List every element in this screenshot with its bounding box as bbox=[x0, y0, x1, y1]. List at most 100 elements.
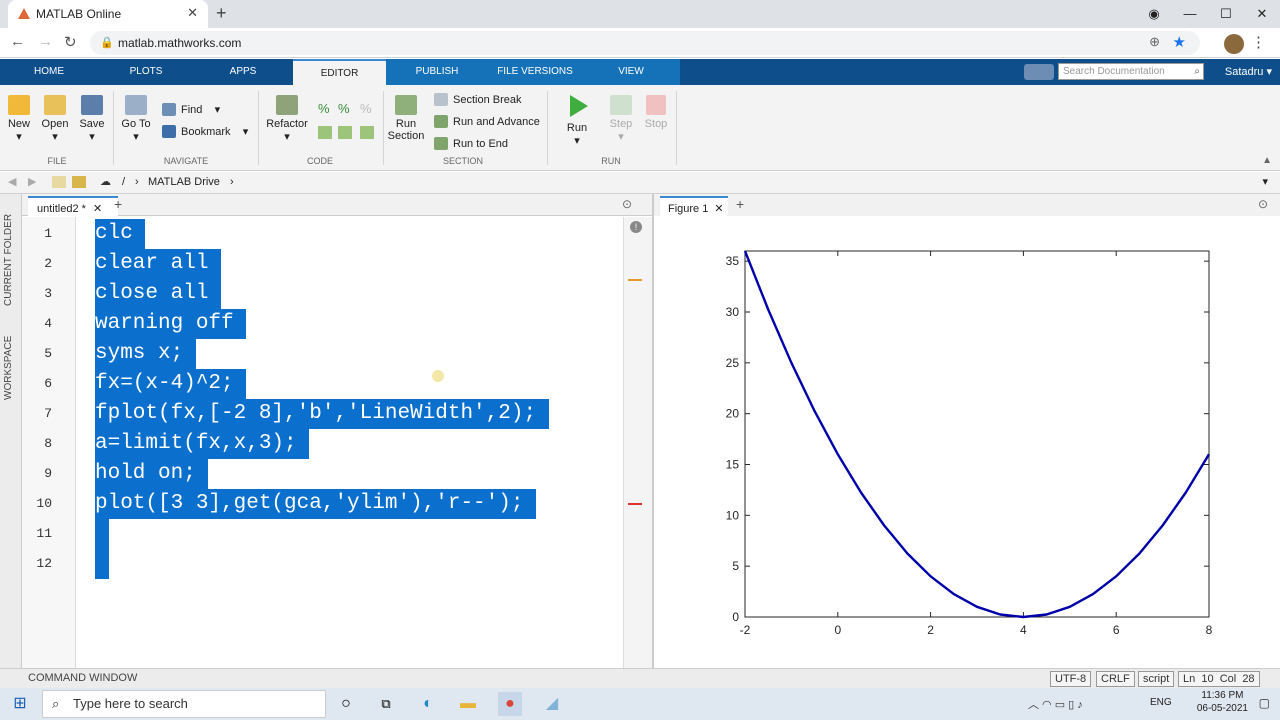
side-panel-strip: CURRENT FOLDER WORKSPACE bbox=[0, 194, 22, 668]
maximize-icon[interactable]: ☐ bbox=[1208, 0, 1244, 28]
close-tab-icon[interactable]: ✕ bbox=[187, 5, 198, 21]
code-line[interactable]: plot([3 3],get(gca,'ylim'),'r--'); bbox=[95, 489, 537, 519]
code-line[interactable]: clc bbox=[95, 219, 146, 249]
forward-icon[interactable]: → bbox=[38, 33, 53, 50]
cortana-icon[interactable]: ○ bbox=[334, 692, 358, 716]
refactor-icon bbox=[276, 95, 298, 115]
run-and-advance-icon bbox=[434, 115, 448, 128]
code-line[interactable]: a=limit(fx,x,3); bbox=[95, 429, 310, 459]
editor-file-tab[interactable]: untitled2 * ✕ bbox=[28, 196, 118, 216]
add-figure-icon[interactable]: + bbox=[736, 196, 744, 212]
collapse-toolstrip-icon[interactable]: ▲ bbox=[1262, 155, 1272, 166]
up-folder-icon[interactable] bbox=[52, 176, 66, 188]
back-icon[interactable]: ← bbox=[10, 33, 25, 50]
browse-folder-icon[interactable] bbox=[72, 176, 86, 188]
task-view-icon[interactable]: ⧉ bbox=[374, 692, 398, 716]
run-section-button[interactable]: Run Section bbox=[386, 95, 426, 142]
code-line[interactable]: clear all bbox=[95, 249, 222, 279]
goto-button[interactable]: Go To ▾ bbox=[118, 95, 154, 143]
taskbar-search-input[interactable]: ⌕ Type here to search bbox=[42, 690, 326, 718]
open-button[interactable]: Open ▾ bbox=[40, 95, 70, 143]
code-line[interactable] bbox=[95, 549, 109, 579]
close-icon[interactable]: ✕ bbox=[714, 203, 723, 215]
code-line[interactable]: fx=(x-4)^2; bbox=[95, 369, 247, 399]
plot-axes[interactable]: -2 0 2 4 6 805101520253035 bbox=[654, 216, 1280, 668]
bookmark-star-icon[interactable]: ★ bbox=[1173, 33, 1186, 51]
tab-view[interactable]: VIEW bbox=[582, 59, 680, 85]
browser-tab[interactable]: MATLAB Online ✕ bbox=[8, 0, 208, 28]
figure-tab[interactable]: Figure 1 ✕ bbox=[660, 196, 728, 216]
tray-icons[interactable]: ︿ ◠ ▭ ▯ ♪ bbox=[1028, 696, 1083, 712]
zoom-icon[interactable]: ⊕ bbox=[1149, 34, 1160, 50]
smart-indent-icon[interactable] bbox=[318, 126, 332, 139]
code-line[interactable]: fplot(fx,[-2 8],'b','LineWidth',2); bbox=[95, 399, 549, 429]
code-line[interactable] bbox=[95, 519, 109, 549]
language-indicator[interactable]: ENG bbox=[1150, 697, 1172, 708]
edge-icon[interactable]: ◐ bbox=[416, 692, 440, 716]
code-line[interactable]: close all bbox=[95, 279, 222, 309]
section-break-button[interactable]: Section Break bbox=[434, 93, 521, 106]
run-and-advance-button[interactable]: Run and Advance bbox=[434, 115, 540, 128]
code-line[interactable]: syms x; bbox=[95, 339, 196, 369]
close-window-icon[interactable]: ✕ bbox=[1244, 0, 1280, 28]
user-menu[interactable]: Satadru ▾ bbox=[1225, 65, 1272, 78]
add-tab-icon[interactable]: + bbox=[114, 196, 122, 212]
decrease-indent-icon[interactable] bbox=[338, 126, 352, 139]
run-to-end-button[interactable]: Run to End bbox=[434, 137, 508, 150]
new-button[interactable]: New ▾ bbox=[6, 95, 32, 143]
file-explorer-icon[interactable]: ▬ bbox=[456, 692, 480, 716]
section-break-label: Section Break bbox=[453, 93, 522, 106]
line-number: 4 bbox=[44, 316, 52, 331]
workspace-tab[interactable]: WORKSPACE bbox=[3, 336, 14, 400]
error-marker[interactable] bbox=[628, 503, 642, 505]
search-documentation-input[interactable]: Search Documentation ⌕ bbox=[1058, 63, 1204, 80]
tab-plots[interactable]: PLOTS bbox=[98, 59, 194, 85]
chrome-icon[interactable]: ● bbox=[498, 692, 522, 716]
editor-scrollbar[interactable]: ! bbox=[623, 217, 652, 668]
uncomment-icon[interactable]: % bbox=[338, 101, 350, 116]
increase-indent-icon[interactable] bbox=[360, 126, 374, 139]
wrap-comment-icon[interactable]: % bbox=[360, 101, 372, 116]
code-line[interactable]: hold on; bbox=[95, 459, 209, 489]
code-line[interactable]: warning off bbox=[95, 309, 247, 339]
clock[interactable]: 11:36 PM 06-05-2021 bbox=[1197, 689, 1248, 715]
panel-options-icon[interactable]: ⊙ bbox=[1258, 197, 1268, 211]
stop-button[interactable]: Stop bbox=[641, 95, 671, 130]
panel-options-icon[interactable]: ⊙ bbox=[622, 197, 632, 211]
avatar[interactable] bbox=[1224, 34, 1244, 54]
bookmark-button[interactable]: Bookmark ▾ bbox=[162, 125, 248, 138]
tab-apps[interactable]: APPS bbox=[194, 59, 292, 85]
command-window-tab[interactable]: COMMAND WINDOW bbox=[28, 672, 137, 684]
path-folder[interactable]: MATLAB Drive bbox=[148, 176, 220, 188]
path-root[interactable]: / bbox=[122, 176, 125, 188]
url-field[interactable]: 🔒 matlab.mathworks.com ⊕ ★ bbox=[90, 31, 1200, 55]
find-label: Find bbox=[181, 103, 203, 116]
app-icon[interactable]: ◢ bbox=[540, 692, 564, 716]
step-button[interactable]: Step ▾ bbox=[606, 95, 636, 143]
close-icon[interactable]: ✕ bbox=[93, 203, 102, 215]
menu-kebab-icon[interactable]: ⋮ bbox=[1251, 33, 1266, 51]
profile-icon[interactable]: ◉ bbox=[1136, 0, 1172, 28]
windows-start-icon[interactable]: ⊞ bbox=[8, 692, 32, 716]
new-tab-icon[interactable]: + bbox=[216, 3, 227, 24]
minimize-icon[interactable]: — bbox=[1172, 0, 1208, 28]
code-analyzer-icon[interactable]: ! bbox=[630, 221, 642, 233]
tab-home[interactable]: HOME bbox=[0, 59, 98, 85]
comment-icon[interactable]: % bbox=[318, 101, 330, 116]
refactor-button[interactable]: Refactor ▾ bbox=[264, 95, 310, 143]
stop-icon bbox=[646, 95, 666, 115]
reload-icon[interactable]: ↻ bbox=[64, 33, 77, 51]
back-icon[interactable]: ◀ bbox=[8, 175, 16, 188]
save-button[interactable]: Save ▾ bbox=[78, 95, 106, 143]
current-folder-tab[interactable]: CURRENT FOLDER bbox=[3, 214, 14, 306]
forward-icon[interactable]: ▶ bbox=[28, 175, 36, 188]
find-button[interactable]: Find ▾ bbox=[162, 103, 220, 116]
tab-publish[interactable]: PUBLISH bbox=[386, 59, 488, 85]
path-dropdown-icon[interactable]: ▾ bbox=[1262, 175, 1268, 188]
help-icon[interactable] bbox=[1024, 64, 1054, 80]
warning-marker[interactable] bbox=[628, 279, 642, 281]
tab-file-versions[interactable]: FILE VERSIONS bbox=[488, 59, 582, 85]
tab-editor[interactable]: EDITOR bbox=[293, 59, 386, 85]
notification-icon[interactable]: ▢ bbox=[1259, 696, 1270, 710]
run-button[interactable]: Run ▾ bbox=[562, 93, 592, 147]
